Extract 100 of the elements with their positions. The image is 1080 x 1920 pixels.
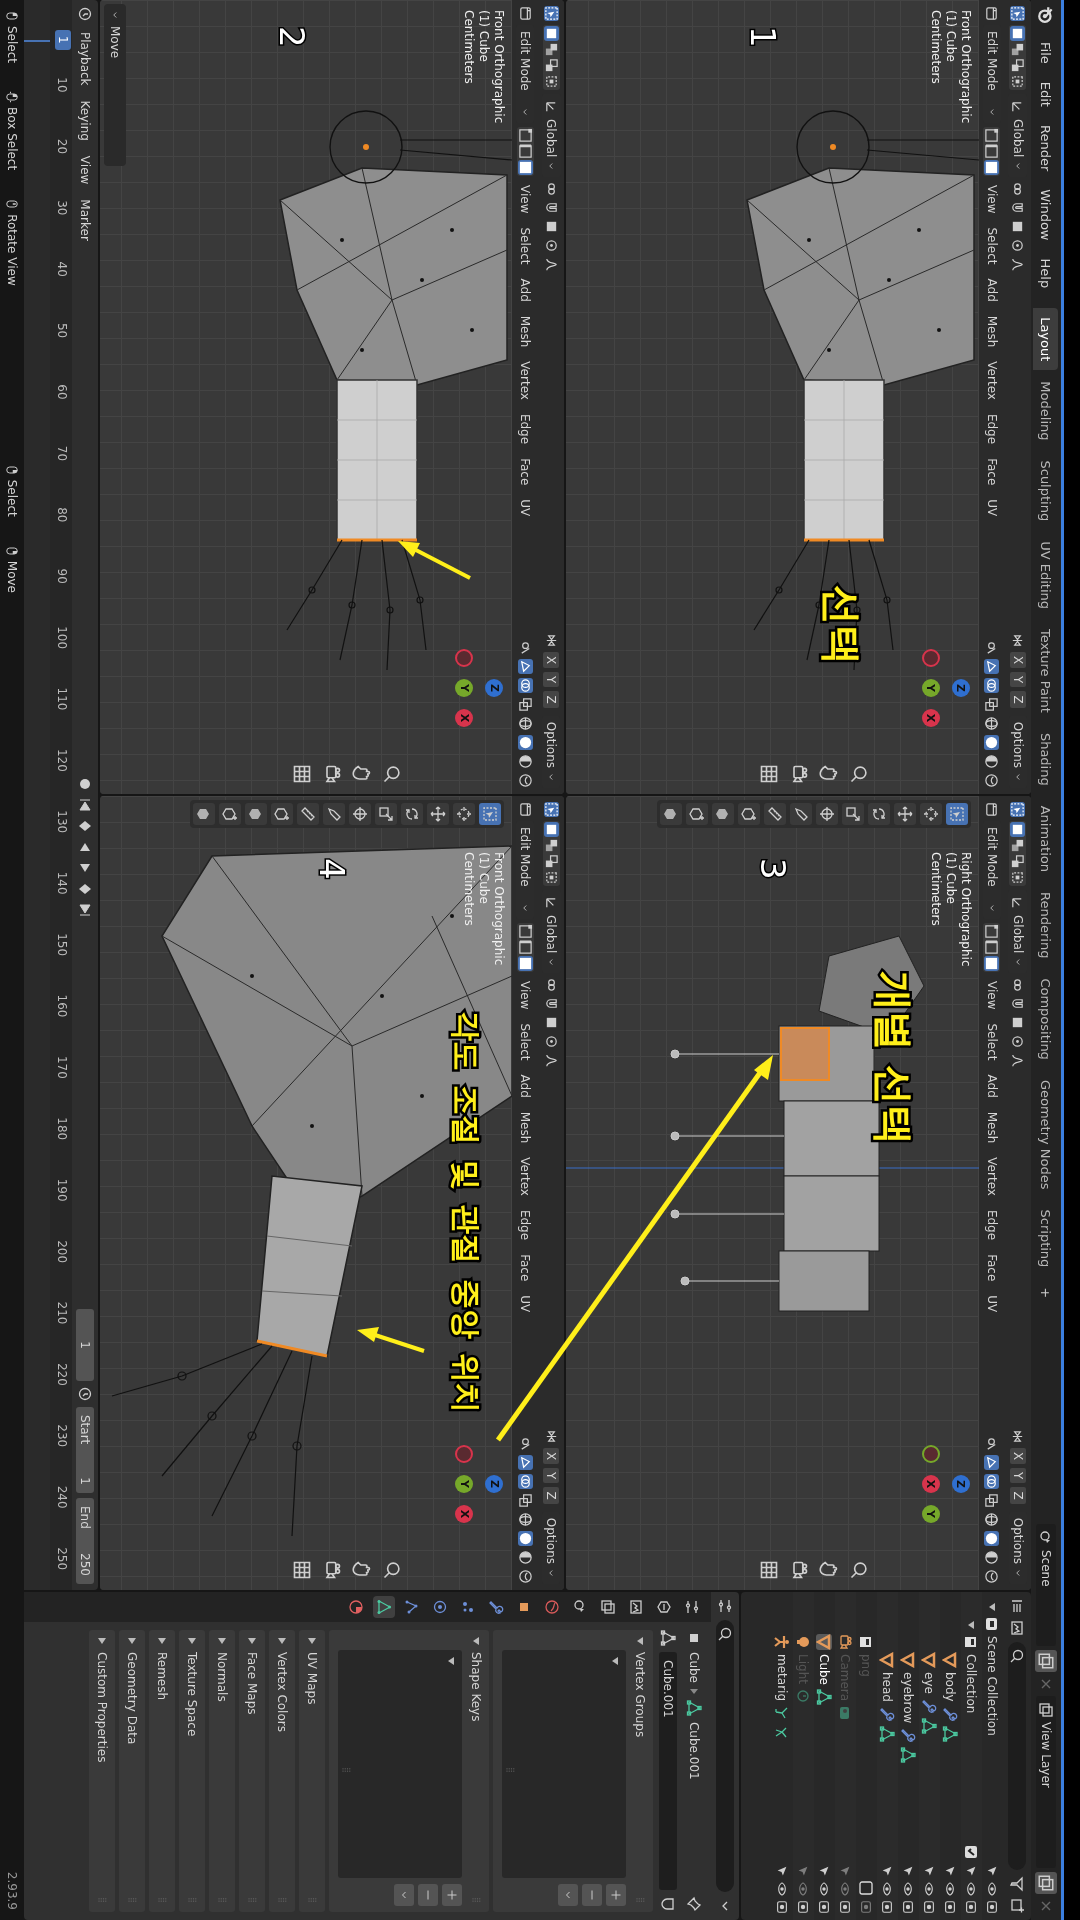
menu-item[interactable]: Render: [1035, 116, 1057, 180]
outliner-item[interactable]: Collection: [964, 1654, 979, 1714]
mirror-axis-toggle[interactable]: X: [543, 1447, 560, 1465]
menu-item[interactable]: UV: [516, 1290, 535, 1318]
axis-ball[interactable]: Y: [922, 679, 940, 697]
menu-item[interactable]: Edge: [516, 1204, 535, 1246]
end-frame-field[interactable]: End 250: [76, 1498, 94, 1584]
menu-item[interactable]: Vertex: [516, 1152, 535, 1201]
outliner-item[interactable]: head: [880, 1672, 895, 1702]
workspace-tab[interactable]: Animation: [1033, 796, 1059, 881]
workspace-tab[interactable]: Compositing: [1033, 969, 1059, 1069]
menu-item[interactable]: Select: [983, 1018, 1001, 1066]
menu-item[interactable]: File: [1035, 34, 1057, 72]
menu-item[interactable]: UV: [983, 1290, 1001, 1318]
panel-title[interactable]: UV Maps: [305, 1652, 319, 1705]
panel-title[interactable]: Texture Space: [185, 1652, 199, 1737]
axis-ball[interactable]: Z: [485, 679, 504, 697]
menu-item[interactable]: Window: [1035, 181, 1057, 249]
add-workspace-button[interactable]: +: [1033, 1278, 1059, 1308]
panel-title[interactable]: Vertex Colors: [275, 1652, 289, 1732]
scene-selector[interactable]: Scene: [1036, 1524, 1056, 1646]
menu-item[interactable]: Select: [516, 222, 535, 270]
axis-ball[interactable]: Z: [952, 679, 970, 697]
outliner-item[interactable]: body: [943, 1672, 958, 1702]
menu-item[interactable]: UV: [983, 494, 1001, 522]
axis-ball[interactable]: Y: [455, 679, 474, 697]
menu-item[interactable]: Mesh: [983, 310, 1001, 353]
workspace-tab[interactable]: UV Editing: [1033, 532, 1059, 618]
axis-ball[interactable]: Z: [485, 1475, 504, 1493]
menu-item[interactable]: Mesh: [516, 310, 535, 353]
menu-item[interactable]: Add: [516, 273, 535, 307]
mirror-axis-toggle[interactable]: X: [543, 651, 560, 669]
workspace-tab[interactable]: Modeling: [1033, 372, 1059, 450]
axis-ball[interactable]: X: [922, 1475, 940, 1493]
menu-item[interactable]: Playback: [76, 27, 94, 91]
axis-ball[interactable]: Y: [455, 1475, 474, 1493]
start-frame-field[interactable]: Start 1: [76, 1407, 94, 1493]
workspace-tab[interactable]: Geometry Nodes: [1033, 1070, 1059, 1199]
mirror-axis-toggle[interactable]: Y: [543, 672, 560, 688]
menu-item[interactable]: Add: [516, 1069, 535, 1103]
workspace-tab[interactable]: Shading: [1033, 723, 1059, 795]
panel-title[interactable]: Remesh: [155, 1652, 169, 1701]
menu-item[interactable]: View: [983, 976, 1001, 1015]
menu-item[interactable]: Edge: [983, 408, 1001, 450]
axis-ball[interactable]: Y: [922, 1505, 940, 1523]
workspace-tab[interactable]: Texture Paint: [1033, 620, 1059, 722]
menu-item[interactable]: Marker: [76, 194, 94, 246]
menu-item[interactable]: Vertex: [983, 356, 1001, 405]
menu-item[interactable]: Select: [983, 222, 1001, 270]
view-layer-selector[interactable]: View Layer: [1036, 1696, 1056, 1868]
axis-ball[interactable]: X: [922, 709, 940, 727]
outliner-item[interactable]: Scene Collection: [985, 1636, 1000, 1736]
menu-item[interactable]: Add: [983, 273, 1001, 307]
menu-item[interactable]: Face: [516, 453, 535, 491]
menu-item[interactable]: Face: [983, 1249, 1001, 1287]
mirror-axis-toggle[interactable]: X: [1010, 1447, 1026, 1465]
axis-ball[interactable]: X: [455, 709, 474, 727]
menu-item[interactable]: Keying: [76, 95, 94, 146]
datablock-field[interactable]: Cube.001: [659, 1652, 677, 1890]
menu-item[interactable]: View: [76, 150, 94, 190]
panel-title[interactable]: Normals: [215, 1652, 229, 1702]
operator-panel[interactable]: Move: [104, 4, 126, 166]
panel-title[interactable]: Geometry Data: [125, 1652, 139, 1745]
mirror-axis-toggle[interactable]: Y: [1010, 672, 1026, 688]
menu-item[interactable]: Vertex: [516, 356, 535, 405]
menu-item[interactable]: View: [516, 180, 535, 219]
outliner-item[interactable]: Cube: [817, 1654, 832, 1685]
current-frame-field[interactable]: 1: [76, 1309, 94, 1381]
menu-item[interactable]: UV: [516, 494, 535, 522]
mirror-axis-toggle[interactable]: Z: [1010, 691, 1026, 708]
menu-item[interactable]: Mesh: [516, 1106, 535, 1149]
mirror-axis-toggle[interactable]: Y: [1010, 1468, 1026, 1484]
menu-item[interactable]: Add: [983, 1069, 1001, 1103]
menu-item[interactable]: Mesh: [983, 1106, 1001, 1149]
axis-ball[interactable]: Z: [952, 1475, 970, 1493]
playhead[interactable]: 1: [55, 30, 71, 50]
mirror-axis-toggle[interactable]: X: [1010, 651, 1026, 669]
menu-item[interactable]: Help: [1035, 250, 1057, 297]
menu-item[interactable]: Select: [516, 1018, 535, 1066]
outliner-item[interactable]: eye: [922, 1672, 937, 1694]
outliner-item[interactable]: metarig: [775, 1654, 790, 1701]
menu-item[interactable]: Face: [983, 453, 1001, 491]
mirror-axis-toggle[interactable]: Z: [543, 1487, 560, 1504]
menu-item[interactable]: Edit: [1035, 73, 1057, 115]
axis-ball[interactable]: X: [455, 1505, 474, 1523]
mirror-axis-toggle[interactable]: Z: [1010, 1487, 1026, 1504]
menu-item[interactable]: Edge: [983, 1204, 1001, 1246]
workspace-tab[interactable]: Layout: [1033, 308, 1059, 371]
workspace-tab[interactable]: Rendering: [1033, 883, 1059, 968]
menu-item[interactable]: Vertex: [983, 1152, 1001, 1201]
menu-item[interactable]: Edge: [516, 408, 535, 450]
panel-title[interactable]: Shape Keys: [469, 1652, 483, 1722]
mirror-axis-toggle[interactable]: Y: [543, 1468, 560, 1484]
menu-item[interactable]: Face: [516, 1249, 535, 1287]
workspace-tab[interactable]: Scripting: [1033, 1200, 1059, 1277]
workspace-tab[interactable]: Sculpting: [1033, 451, 1059, 531]
panel-title[interactable]: Face Maps: [245, 1652, 259, 1715]
panel-title[interactable]: Vertex Groups: [633, 1652, 647, 1738]
outliner-item[interactable]: eyebrow: [901, 1672, 916, 1724]
menu-item[interactable]: View: [983, 180, 1001, 219]
